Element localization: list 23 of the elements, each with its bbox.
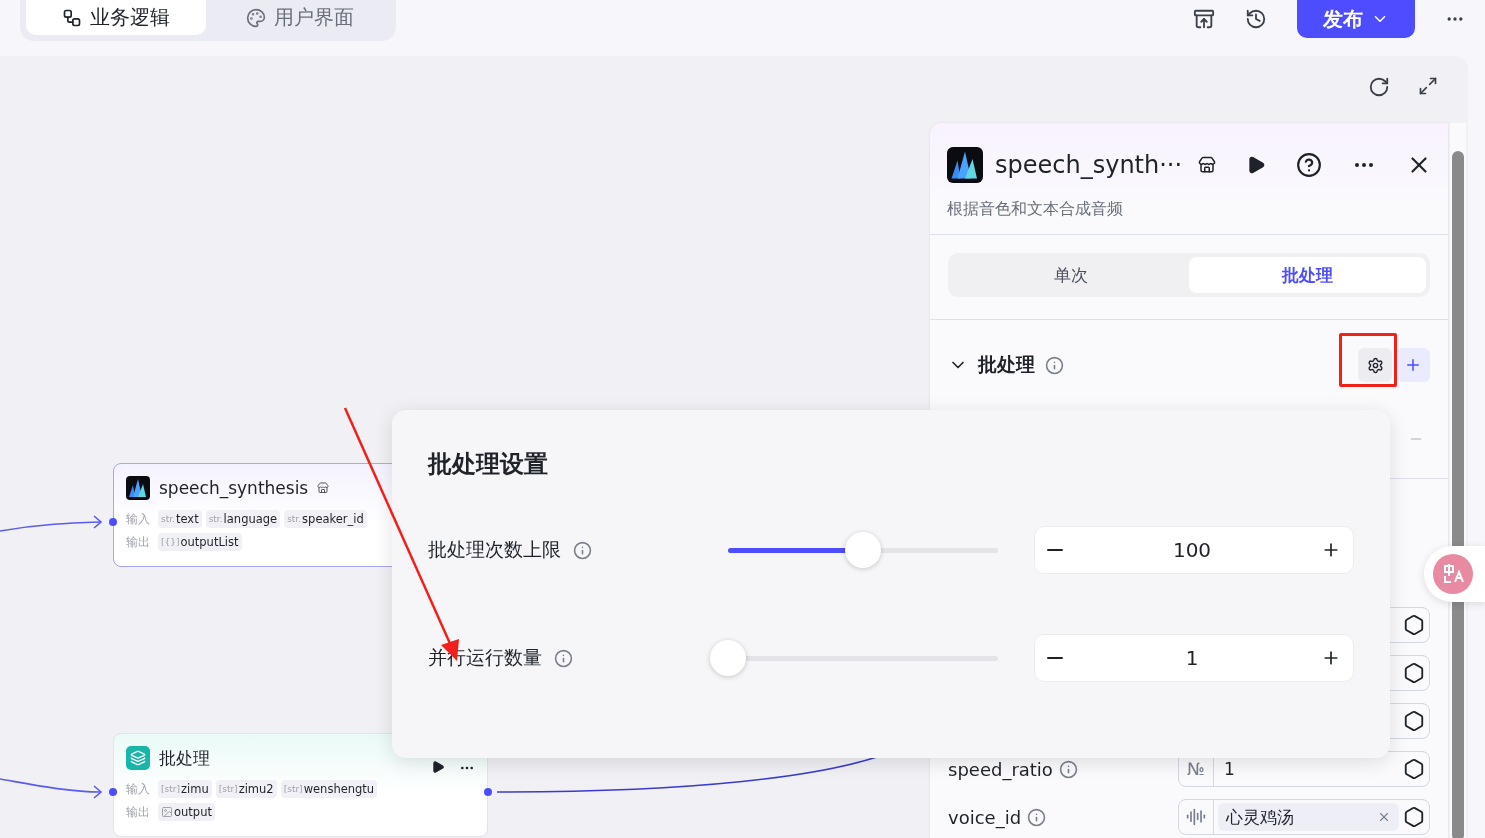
port-label: 输出 [126,803,151,821]
input-chip: str.speaker_id [284,510,367,528]
input-chip: [str]zimu [158,780,212,798]
voice-name: 心灵鸡汤 [1226,805,1294,829]
stepper-value: 100 [1172,538,1212,562]
node-title: 批处理 [159,746,210,770]
node-title: speech_synthesis [159,478,309,498]
port-label: 输出 [126,533,151,551]
port-label: 输入 [126,780,151,798]
field-value: 1 [1223,759,1236,779]
section-title: 批处理 [978,352,1035,377]
input-chip: str.text [158,510,202,528]
param-name: speed_ratio [948,758,1053,780]
output-chip: [{}]outputList [158,533,242,551]
port-label: 输入 [126,510,151,528]
stepper-value: 1 [1185,646,1199,670]
panel-title: speech_synth··· [995,151,1183,179]
output-chip: output [158,803,215,821]
panel-description: 根据音色和文本合成音频 [930,183,1448,235]
input-chip: [str]wenshengtu [280,780,378,798]
param-name: voice_id [948,806,1022,828]
input-chip: str.language [205,510,281,528]
input-chip: [str]zimu2 [215,780,277,798]
